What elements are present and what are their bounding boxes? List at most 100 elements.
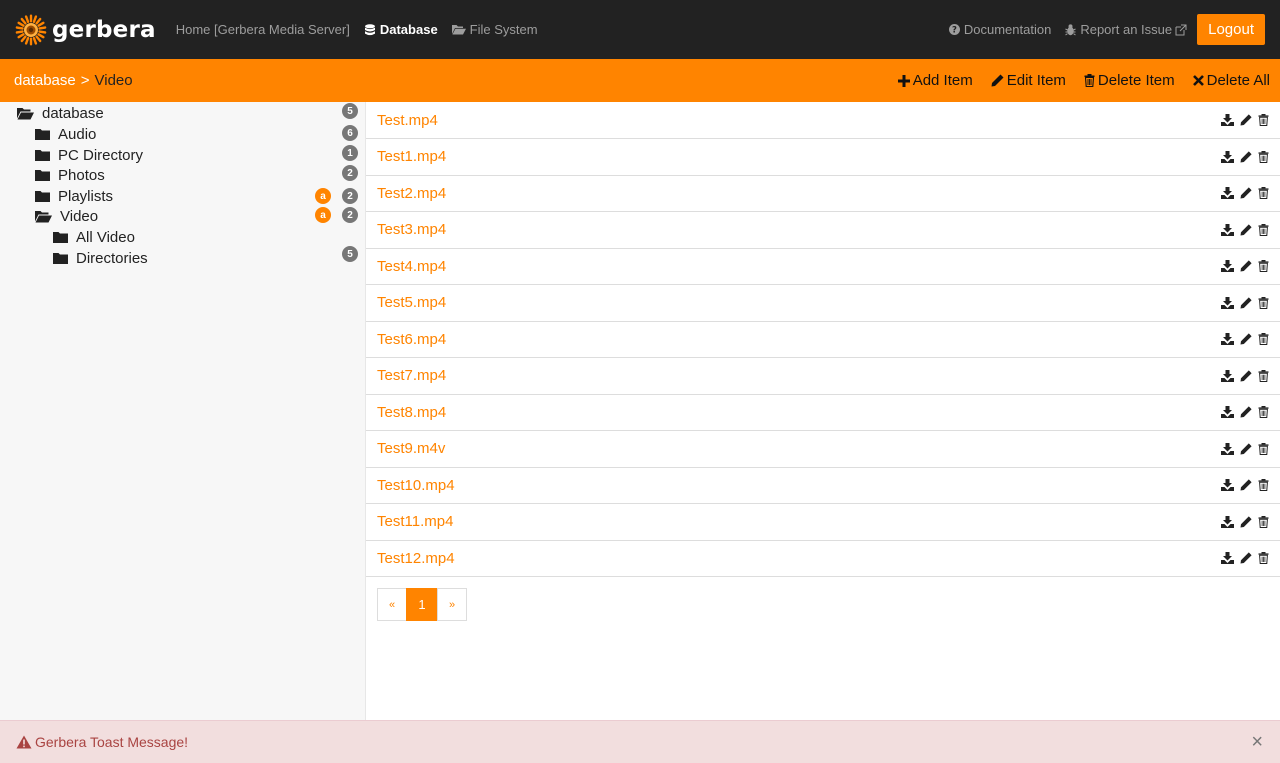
item-title-link[interactable]: Test.mp4 <box>377 112 438 129</box>
report-issue-link[interactable]: Report an Issue <box>1065 22 1187 37</box>
delete-icon[interactable] <box>1258 369 1269 382</box>
delete-icon[interactable] <box>1258 296 1269 309</box>
edit-icon[interactable] <box>1240 333 1252 345</box>
list-item: Test7.mp4 <box>366 358 1280 395</box>
download-icon[interactable] <box>1221 150 1234 163</box>
nav-database[interactable]: Database <box>364 22 438 37</box>
delete-icon[interactable] <box>1258 406 1269 418</box>
edit-icon[interactable] <box>1240 552 1252 564</box>
tree-item-photos[interactable]: Photos 2 <box>0 165 366 185</box>
edit-icon[interactable] <box>1240 296 1252 309</box>
tree-item-label: Photos <box>58 166 105 184</box>
delete-icon[interactable] <box>1258 223 1269 236</box>
folder-icon <box>35 150 50 161</box>
item-title-link[interactable]: Test11.mp4 <box>377 513 453 530</box>
delete-icon[interactable] <box>1258 114 1269 126</box>
edit-icon[interactable] <box>1240 479 1252 491</box>
item-title-link[interactable]: Test12.mp4 <box>377 550 455 567</box>
delete-icon[interactable] <box>1258 442 1269 455</box>
nav-home[interactable]: Home [Gerbera Media Server] <box>176 22 350 37</box>
item-title-link[interactable]: Test7.mp4 <box>377 367 446 384</box>
logout-button[interactable]: Logout <box>1197 14 1265 45</box>
tree-item-directories[interactable]: Directories 5 <box>0 246 366 268</box>
delete-icon[interactable] <box>1258 260 1269 272</box>
tree-item-all-video[interactable]: All Video <box>0 227 366 247</box>
svg-text:?: ? <box>952 26 957 35</box>
brand[interactable]: gerbera <box>15 0 156 59</box>
child-count-badge: 1 <box>342 145 358 161</box>
item-title-link[interactable]: Test2.mp4 <box>377 185 446 202</box>
download-icon[interactable] <box>1221 515 1234 528</box>
nav-database-label: Database <box>379 22 438 37</box>
delete-all-button[interactable]: Delete All <box>1192 72 1270 89</box>
edit-icon[interactable] <box>1240 406 1252 418</box>
item-title-link[interactable]: Test8.mp4 <box>377 404 446 421</box>
download-icon[interactable] <box>1221 442 1234 455</box>
list-item: Test12.mp4 <box>366 540 1280 577</box>
pagination: « 1 » <box>377 588 467 621</box>
edit-icon[interactable] <box>1240 150 1252 163</box>
item-title-link[interactable]: Test6.mp4 <box>377 331 446 348</box>
gerbera-logo-icon <box>15 14 47 45</box>
toast-close-button[interactable]: × <box>1251 732 1263 752</box>
download-icon[interactable] <box>1221 333 1234 345</box>
child-count-badge: 5 <box>342 246 358 262</box>
edit-icon[interactable] <box>1240 114 1252 126</box>
pagination-prev[interactable]: « <box>377 588 407 621</box>
nav-file-system[interactable]: File System <box>451 22 538 37</box>
list-item: Test6.mp4 <box>366 321 1280 358</box>
tree-item-label: Video <box>60 207 99 225</box>
breadcrumb: database > Video <box>14 72 133 89</box>
edit-icon[interactable] <box>1240 369 1252 382</box>
delete-icon[interactable] <box>1258 479 1269 491</box>
item-title-link[interactable]: Test3.mp4 <box>377 221 446 238</box>
folder-open-icon <box>451 25 466 35</box>
tree-item-playlists[interactable]: Playlists a 2 <box>0 186 366 206</box>
tree-item-pc-directory[interactable]: PC Directory 1 <box>0 145 366 165</box>
edit-icon[interactable] <box>1240 260 1252 272</box>
breadcrumb-root[interactable]: database <box>14 72 76 89</box>
delete-icon[interactable] <box>1258 515 1269 528</box>
tree-item-audio[interactable]: Audio 6 <box>0 124 366 144</box>
x-icon <box>1192 75 1204 86</box>
download-icon[interactable] <box>1221 223 1234 236</box>
edit-icon[interactable] <box>1240 187 1252 199</box>
download-icon[interactable] <box>1221 187 1234 199</box>
delete-icon[interactable] <box>1258 187 1269 199</box>
list-item: Test2.mp4 <box>366 175 1280 212</box>
download-icon[interactable] <box>1221 114 1234 126</box>
download-icon[interactable] <box>1221 406 1234 418</box>
child-count-badge: 5 <box>342 103 358 119</box>
tree-item-video[interactable]: Video a 2 <box>0 206 366 226</box>
edit-icon[interactable] <box>1240 442 1252 455</box>
plus-icon <box>897 74 910 87</box>
delete-item-button[interactable]: Delete Item <box>1084 72 1175 89</box>
breadcrumb-bar: database > Video Add Item Edit Item Dele… <box>0 59 1280 102</box>
brand-name: gerbera <box>52 16 156 43</box>
download-icon[interactable] <box>1221 260 1234 272</box>
delete-icon[interactable] <box>1258 150 1269 163</box>
item-actions <box>1215 114 1269 126</box>
edit-item-button[interactable]: Edit Item <box>991 72 1066 89</box>
edit-icon[interactable] <box>1240 515 1252 528</box>
download-icon[interactable] <box>1221 479 1234 491</box>
delete-icon[interactable] <box>1258 552 1269 564</box>
download-icon[interactable] <box>1221 552 1234 564</box>
edit-icon[interactable] <box>1240 223 1252 236</box>
pagination-page-current[interactable]: 1 <box>406 588 438 621</box>
download-icon[interactable] <box>1221 369 1234 382</box>
pagination-next[interactable]: » <box>437 588 467 621</box>
tree-item-database[interactable]: database 5 <box>0 103 366 123</box>
item-title-link[interactable]: Test5.mp4 <box>377 294 446 311</box>
child-count-badge: 2 <box>342 188 358 204</box>
item-title-link[interactable]: Test4.mp4 <box>377 258 446 275</box>
item-title-link[interactable]: Test10.mp4 <box>377 477 455 494</box>
documentation-link[interactable]: ? Documentation <box>948 22 1051 37</box>
folder-icon <box>35 129 50 140</box>
delete-icon[interactable] <box>1258 333 1269 345</box>
add-item-button[interactable]: Add Item <box>897 72 973 89</box>
item-title-link[interactable]: Test1.mp4 <box>377 148 446 165</box>
download-icon[interactable] <box>1221 296 1234 309</box>
item-title-link[interactable]: Test9.m4v <box>377 440 445 457</box>
container-tree: database 5 Audio 6 PC Directory 1 Photos <box>0 102 366 720</box>
